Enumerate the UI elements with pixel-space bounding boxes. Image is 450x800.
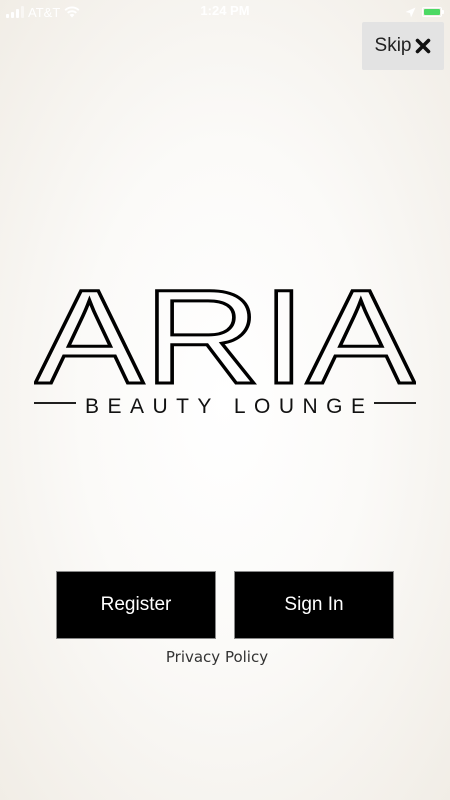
auth-actions: Register Sign In: [56, 571, 394, 639]
status-right: [405, 3, 444, 21]
close-icon: [415, 38, 431, 54]
sign-in-label: Sign In: [284, 594, 344, 615]
register-label: Register: [100, 594, 172, 615]
logo-main-text: ARIA: [35, 285, 416, 412]
skip-button[interactable]: Skip: [362, 22, 444, 70]
skip-label: Skip: [374, 35, 412, 56]
battery-charging-icon: [422, 7, 444, 17]
aria-logo: ARIA BEAUTY LOUNGE: [34, 285, 416, 420]
status-time: 1:24 PM: [200, 3, 250, 18]
privacy-policy-link[interactable]: Privacy Policy: [0, 648, 434, 666]
register-button[interactable]: Register: [56, 571, 216, 639]
location-arrow-icon: [405, 7, 416, 18]
status-bar: AT&T 1:24 PM: [0, 0, 450, 24]
sign-in-button[interactable]: Sign In: [234, 571, 394, 639]
